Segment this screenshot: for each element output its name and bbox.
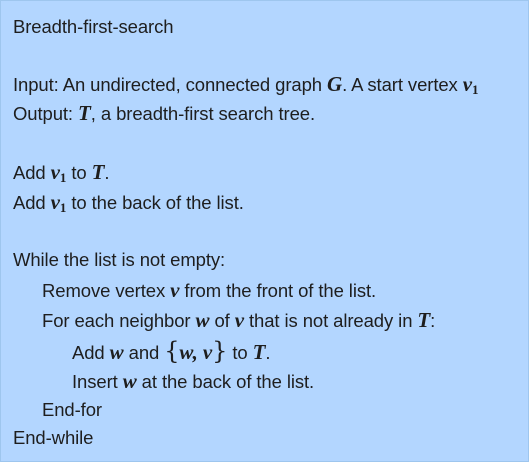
insert-neighbor-step: Insert w at the back of the list. bbox=[72, 369, 315, 393]
start-vertex-variable: v bbox=[462, 72, 472, 96]
for-header: For each neighbor w of v that is not alr… bbox=[42, 308, 436, 332]
algorithm-title: Breadth-first-search bbox=[13, 16, 174, 37]
add-edge-step: Add w and {w, v} to T. bbox=[72, 337, 271, 365]
add-start-to-list-step: Add v1 to the back of the list. bbox=[13, 190, 244, 215]
graph-variable: G bbox=[327, 72, 343, 96]
add-start-to-tree-step: Add v1 to T. bbox=[13, 160, 110, 185]
input-line: Input: An undirected, connected graph G.… bbox=[13, 72, 479, 97]
algorithm-panel: Breadth-first-search Input: An undirecte… bbox=[0, 0, 529, 462]
end-for: End-for bbox=[42, 399, 102, 420]
while-header: While the list is not empty: bbox=[13, 249, 226, 270]
output-line: Output: T, a breadth-first search tree. bbox=[13, 101, 316, 125]
end-while: End-while bbox=[13, 427, 94, 448]
start-vertex-subscript: 1 bbox=[471, 82, 479, 97]
remove-vertex-step: Remove vertex v from the front of the li… bbox=[42, 278, 377, 302]
tree-variable: T bbox=[78, 101, 91, 125]
